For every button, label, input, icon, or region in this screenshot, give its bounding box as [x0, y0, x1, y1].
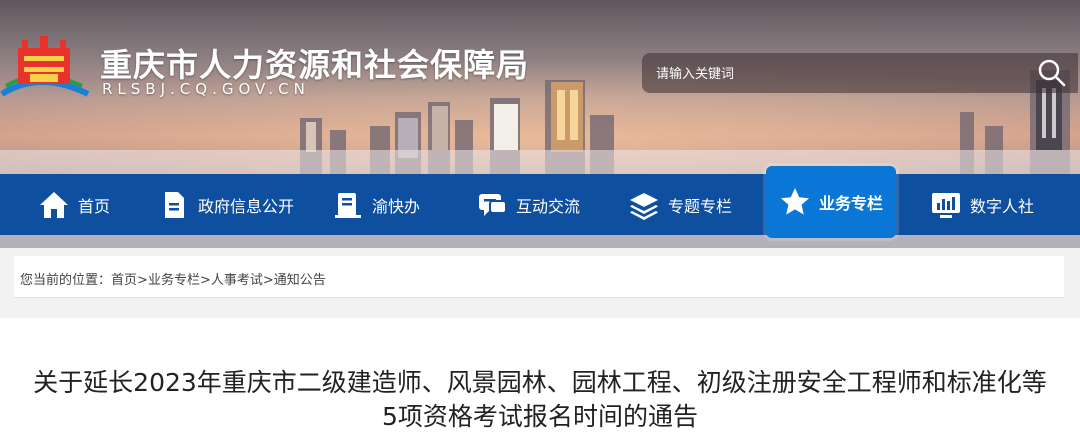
nav-item-label: 政府信息公开 — [198, 196, 295, 216]
breadcrumb-link-business[interactable]: 业务专栏 — [148, 273, 200, 288]
nav-item-home[interactable]: 首页 — [38, 174, 110, 235]
breadcrumb-link-personnel-exam[interactable]: 人事考试 — [211, 273, 263, 288]
nav-item-digital-hrss[interactable]: 数字人社 — [930, 174, 1034, 235]
nav-item-label: 业务专栏 — [818, 194, 883, 213]
nav-item-label: 数字人社 — [970, 196, 1035, 216]
star-icon — [780, 188, 809, 215]
nav-item-government-info[interactable]: 政府信息公开 — [158, 174, 294, 235]
search-icon[interactable] — [1036, 57, 1068, 89]
home-icon — [40, 191, 68, 218]
search-box — [642, 53, 1078, 93]
breadcrumb-separator: > — [262, 273, 274, 288]
nav-item-label: 专题专栏 — [668, 196, 733, 216]
nav-item-business[interactable]: 业务专栏 — [766, 166, 896, 238]
layers-icon — [630, 192, 658, 220]
breadcrumb-separator: > — [137, 273, 148, 288]
bureau-logo — [0, 36, 92, 104]
nav-item-label: 渝快办 — [372, 196, 421, 216]
breadcrumb-link-home[interactable]: 首页 — [111, 273, 137, 288]
monitor-chart-icon — [932, 192, 960, 218]
breadcrumb-prefix: 您当前的位置： — [20, 273, 112, 288]
breadcrumb-separator: > — [199, 273, 211, 288]
breadcrumb: 您当前的位置：首页>业务专栏>人事考试>通知公告 — [14, 256, 1064, 298]
main-nav: 首页 政府信息公开 渝快办 互动交流 专题专栏 业务专栏 数字人社 — [0, 166, 1080, 238]
nav-item-special-topics[interactable]: 专题专栏 — [628, 174, 732, 235]
nav-item-interaction[interactable]: 互动交流 — [476, 174, 580, 235]
site-domain: RLSBJ.CQ.GOV.CN — [102, 80, 310, 98]
chat-icon — [479, 193, 507, 216]
nav-item-label: 互动交流 — [516, 196, 581, 216]
document-icon — [165, 191, 184, 218]
nav-item-label: 首页 — [78, 196, 111, 216]
article-title: 关于延长2023年重庆市二级建造师、风景园林、园林工程、初级注册安全工程师和标准… — [33, 368, 1047, 431]
breadcrumb-divider — [14, 297, 1064, 298]
search-input[interactable] — [654, 61, 1018, 87]
clipboard-icon — [335, 192, 361, 218]
breadcrumb-link-notices[interactable]: 通知公告 — [274, 273, 326, 288]
nav-item-yukuaiban[interactable]: 渝快办 — [332, 174, 420, 235]
